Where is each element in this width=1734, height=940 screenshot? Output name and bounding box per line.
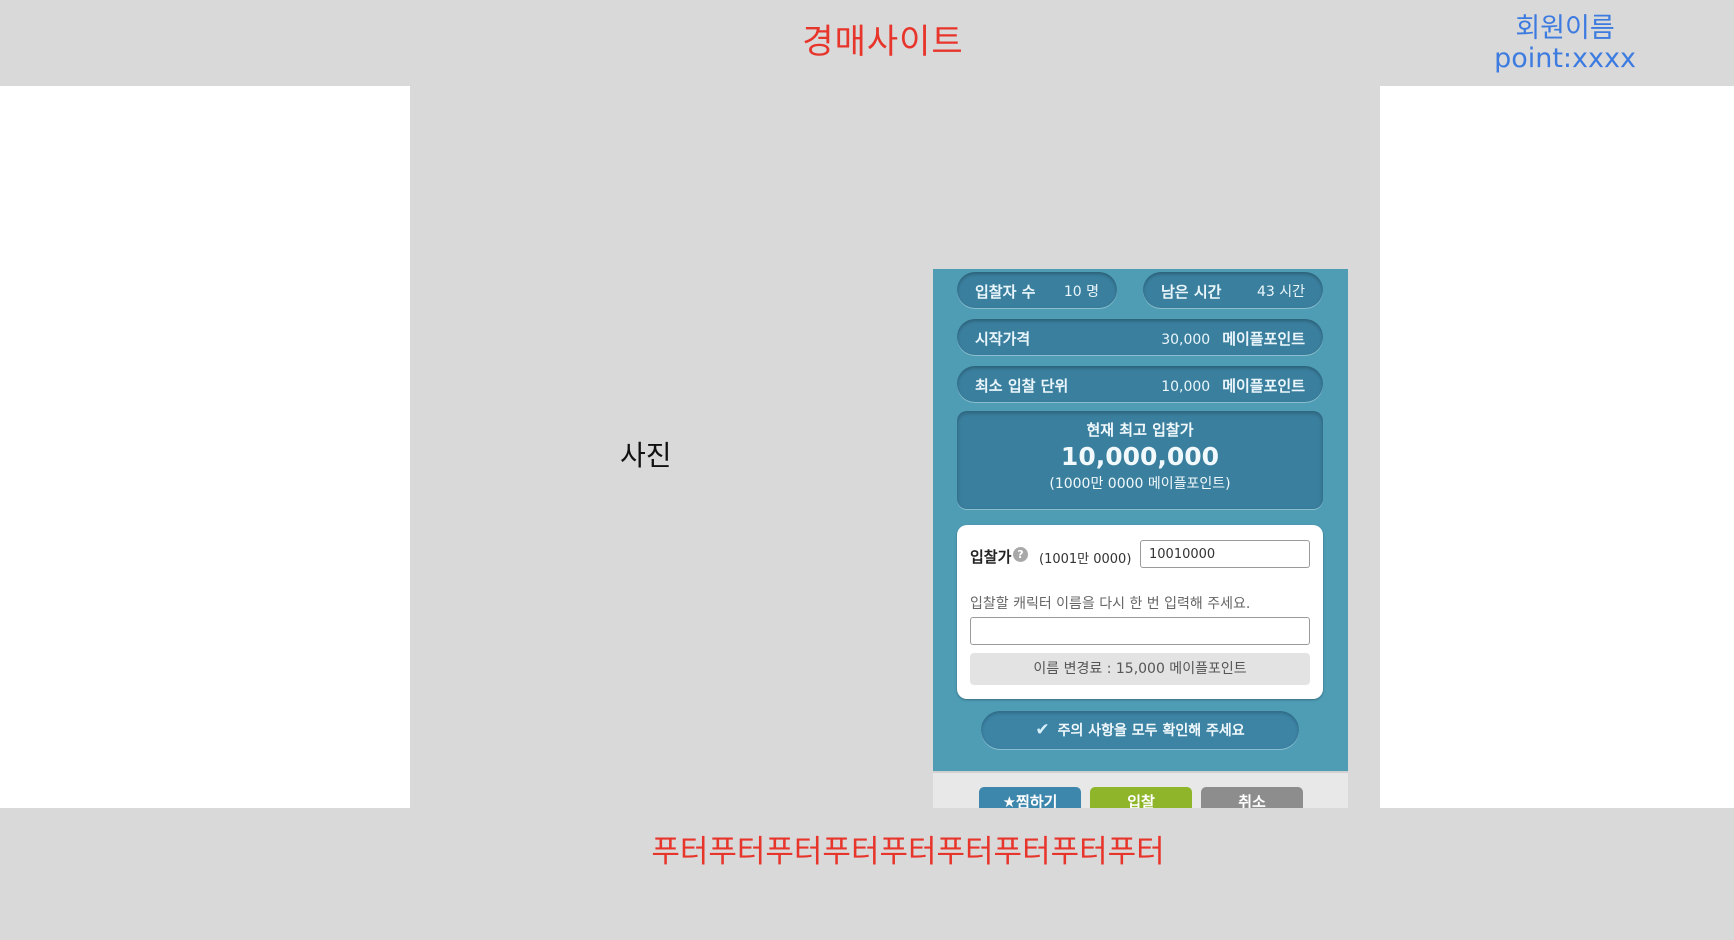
main-content: 사진 입찰자 수 10 명 남은 시간 43 시간 시작가격 30,000 메이플…: [410, 86, 1380, 808]
start-price: 시작가격 30,000 메이플포인트: [957, 319, 1323, 355]
current-bid-readable: (1000만 0000 메이플포인트): [1049, 476, 1231, 492]
time-left: 남은 시간 43 시간: [1143, 272, 1323, 308]
footer-text: 푸터푸터푸터푸터푸터푸터푸터푸터푸터: [651, 834, 1165, 870]
current-highest-bid: 현재 최고 입찰가 10,000,000 (1000만 0000 메이플포인트): [957, 411, 1323, 509]
user-info: 회원이름 point:xxxx: [1490, 14, 1640, 74]
user-points: point:xxxx: [1494, 43, 1636, 74]
bidders-count: 입찰자 수 10 명: [957, 272, 1117, 308]
min-increment-value: 10,000 메이플포인트: [1161, 375, 1305, 396]
confirm-notice-button[interactable]: ✔ 주의 사항을 모두 확인해 주세요: [981, 711, 1299, 749]
character-name-input[interactable]: [970, 617, 1310, 645]
bidders-value: 10 명: [1063, 284, 1099, 300]
bid-button[interactable]: 입찰: [1090, 787, 1192, 808]
name-change-fee: 이름 변경료 : 15,000 메이플포인트: [970, 653, 1310, 685]
time-left-value: 43 시간: [1256, 284, 1305, 300]
site-header: 경매사이트 회원이름 point:xxxx: [0, 0, 1734, 86]
character-name-prompt: 입찰할 캐릭터 이름을 다시 한 번 입력해 주세요.: [970, 596, 1251, 612]
site-title[interactable]: 경매사이트: [0, 14, 1734, 63]
star-icon: ★: [1002, 793, 1017, 808]
min-increment-amount: 10,000: [1161, 379, 1211, 395]
check-icon: ✔: [1035, 720, 1050, 740]
min-increment-label: 최소 입찰 단위: [975, 377, 1069, 395]
action-bar: ★찜하기 입찰 취소: [933, 771, 1348, 808]
cancel-button[interactable]: 취소: [1201, 787, 1303, 808]
start-price-label: 시작가격: [975, 330, 1031, 348]
bid-form: 입찰가 ? (1001만 0000) 입찰할 캐릭터 이름을 다시 한 번 입력…: [957, 525, 1323, 699]
current-bid-title: 현재 최고 입찰가: [1086, 421, 1194, 439]
current-bid-amount: 10,000,000: [1060, 442, 1220, 471]
time-left-label: 남은 시간: [1161, 283, 1222, 301]
wish-button-label: 찜하기: [1016, 793, 1058, 808]
bid-price-hint: (1001만 0000): [1039, 552, 1132, 567]
auction-panel: 입찰자 수 10 명 남은 시간 43 시간 시작가격 30,000 메이플포인트…: [933, 269, 1348, 808]
confirm-notice-label: 주의 사항을 모두 확인해 주세요: [1057, 723, 1245, 739]
min-increment: 최소 입찰 단위 10,000 메이플포인트: [957, 366, 1323, 402]
bid-price-input[interactable]: [1140, 540, 1310, 568]
photo-placeholder: 사진: [620, 439, 672, 472]
bidders-label: 입찰자 수: [975, 283, 1036, 301]
user-name[interactable]: 회원이름: [1490, 14, 1640, 44]
wish-button[interactable]: ★찜하기: [979, 787, 1081, 808]
bid-price-label: 입찰가: [970, 548, 1012, 566]
min-increment-unit: 메이플포인트: [1222, 377, 1305, 395]
site-footer: 푸터푸터푸터푸터푸터푸터푸터푸터푸터: [0, 808, 1734, 940]
start-price-unit: 메이플포인트: [1222, 330, 1305, 348]
start-price-value: 30,000 메이플포인트: [1161, 328, 1305, 349]
help-icon[interactable]: ?: [1013, 547, 1028, 562]
start-price-amount: 30,000: [1161, 332, 1211, 348]
